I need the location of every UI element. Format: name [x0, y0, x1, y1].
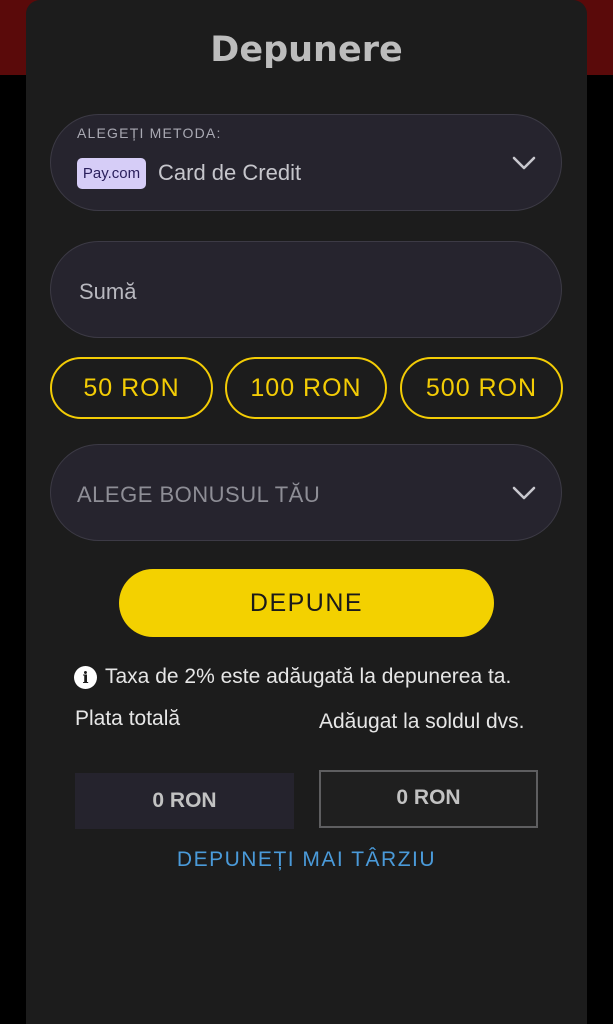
payment-method-select[interactable]: ALEGEȚI METODA: Pay.com Card de Credit: [50, 114, 562, 211]
modal-title: Depunere: [210, 30, 403, 70]
total-payment-label: Plata totală: [75, 707, 181, 730]
chevron-down-icon[interactable]: [511, 153, 537, 173]
quick-amount-100-button[interactable]: 100 RON: [225, 357, 387, 419]
chevron-down-icon[interactable]: [511, 483, 537, 503]
quick-amount-500-button[interactable]: 500 RON: [400, 357, 563, 419]
payment-method-value: Card de Credit: [158, 160, 302, 185]
total-payment-value: 0 RON: [75, 773, 294, 829]
amount-field[interactable]: [50, 241, 562, 341]
bonus-placeholder: ALEGE BONUSUL TĂU: [77, 482, 321, 507]
fee-info: i Taxa de 2% este adăugată la depunerea …: [74, 665, 564, 691]
quick-amount-50-button[interactable]: 50 RON: [50, 357, 213, 419]
deposit-button[interactable]: DEPUNE: [119, 569, 494, 637]
bonus-select[interactable]: ALEGE BONUSUL TĂU: [50, 444, 562, 541]
deposit-later-link[interactable]: DEPUNEȚI MAI TÂRZIU: [26, 848, 587, 872]
added-balance-value: 0 RON: [319, 770, 538, 828]
paycom-logo: Pay.com: [77, 158, 146, 189]
info-icon: i: [74, 666, 97, 689]
deposit-modal: Depunere ALEGEȚI METODA: Pay.com Card de…: [26, 0, 587, 1024]
amount-input[interactable]: [77, 242, 521, 341]
added-balance-label: Adăugat la soldul dvs.: [319, 710, 525, 733]
payment-method-label: ALEGEȚI METODA:: [77, 125, 222, 141]
fee-info-text: Taxa de 2% este adăugată la depunerea ta…: [105, 665, 512, 688]
